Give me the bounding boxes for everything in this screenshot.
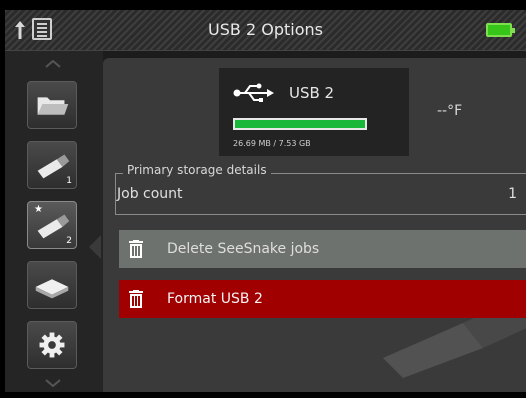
delete-jobs-button[interactable]: Delete SeeSnake jobs (119, 230, 526, 268)
delete-jobs-label: Delete SeeSnake jobs (167, 241, 320, 257)
usb-number-label: 1 (66, 176, 72, 186)
selection-pointer (89, 235, 101, 259)
usb-device-name: USB 2 (289, 84, 335, 102)
temperature-readout: --°F (437, 103, 463, 119)
sidebar: 1 ★ 2 (5, 51, 103, 392)
scroll-down-arrow-icon[interactable] (45, 379, 61, 387)
job-count-value: 1 (508, 186, 517, 202)
storage-usage-fill (235, 120, 365, 128)
job-count-label: Job count (117, 186, 183, 202)
storage-stack-icon (35, 279, 69, 299)
trash-icon (129, 290, 143, 308)
storage-details-legend: Primary storage details (123, 163, 271, 177)
primary-star-icon: ★ (34, 204, 43, 215)
folder-icon (37, 97, 69, 115)
screen: USB 2 Options 1 ★ 2 USB 2 26.69 MB / 7.5… (5, 10, 526, 392)
sidebar-item-usb-2[interactable]: ★ 2 (27, 201, 77, 249)
sidebar-item-storage[interactable] (27, 261, 77, 309)
trash-icon (129, 240, 143, 258)
battery-icon (486, 23, 515, 37)
title-bar: USB 2 Options (5, 10, 526, 51)
options-panel: USB 2 26.69 MB / 7.53 GB --°F Primary st… (103, 58, 526, 392)
storage-usage-text: 26.69 MB / 7.53 GB (233, 139, 311, 148)
format-usb-label: Format USB 2 (167, 291, 263, 307)
format-usb-button[interactable]: Format USB 2 (119, 280, 526, 318)
usb-icon (233, 83, 274, 102)
sidebar-item-usb-1[interactable]: 1 (27, 141, 77, 189)
gear-icon (39, 332, 65, 358)
usb-info-card: USB 2 26.69 MB / 7.53 GB (219, 68, 409, 156)
page-title: USB 2 Options (208, 20, 323, 39)
sidebar-item-settings[interactable] (27, 321, 77, 369)
sidebar-item-folder[interactable] (27, 81, 77, 129)
scroll-up-arrow-icon[interactable] (45, 60, 61, 68)
storage-usage-bar (233, 118, 367, 130)
usb-number-label: 2 (66, 236, 72, 246)
